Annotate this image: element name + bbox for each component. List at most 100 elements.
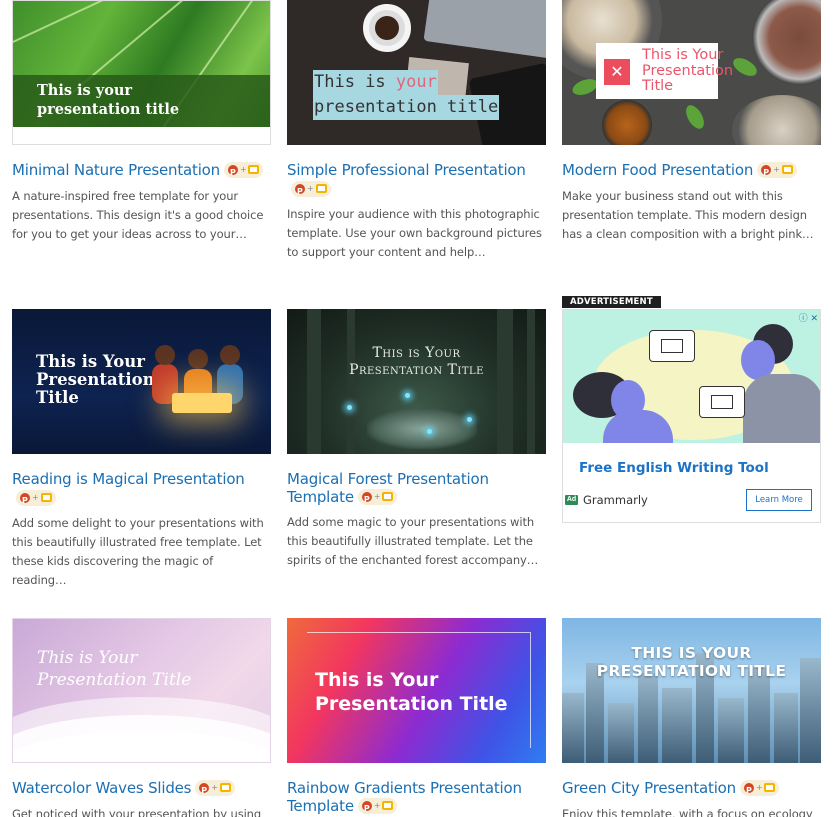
template-card: This is Your Presentation Title Reading … [12, 309, 271, 590]
powerpoint-icon [295, 183, 305, 201]
format-badge: + [357, 488, 398, 509]
envelope-icon [711, 395, 733, 409]
template-thumbnail[interactable]: This is Your Presentation Title [12, 618, 271, 763]
thumbnail-title-line: Presentation Title [349, 362, 484, 378]
google-slides-icon [248, 165, 260, 174]
learn-more-button[interactable]: Learn More [746, 489, 812, 511]
template-thumbnail[interactable]: THIS IS YOUR PRESENTATION TITLE [562, 618, 821, 763]
firefly-shape [427, 429, 432, 434]
kid-head-shape [220, 345, 240, 365]
building-shape [748, 668, 770, 763]
thumbnail-title-line: This is Your [315, 669, 439, 691]
ad-choices-icon[interactable]: ⓘ ✕ [799, 311, 818, 324]
stones-shape [367, 409, 477, 449]
ad-headline[interactable]: Free English Writing Tool [579, 460, 769, 476]
thumbnail-title-line: Title [36, 388, 79, 407]
template-description: Get noticed with your presentation by us… [12, 807, 262, 817]
template-title-text: Modern Food Presentation [562, 161, 754, 179]
thumbnail-title-line: Presentation [36, 370, 155, 389]
thumbnail-title: This is Your Presentation Title [315, 668, 508, 716]
template-thumbnail[interactable]: This is Your Presentation Title [287, 618, 546, 763]
building-shape [774, 693, 798, 763]
badge-plus: + [373, 800, 381, 810]
thumbnail-title-line: This is your [37, 82, 133, 99]
thumbnail-title: This is Your Presentation Title [37, 647, 191, 691]
ad-brand: Grammarly [583, 493, 648, 507]
template-title-link[interactable]: Simple Professional Presentation + [287, 161, 546, 201]
template-title-link[interactable]: Modern Food Presentation + [562, 161, 821, 182]
powerpoint-icon [743, 782, 754, 800]
template-description: Make your business stand out with this p… [562, 189, 814, 241]
google-slides-icon [764, 783, 776, 792]
template-description: Enjoy this template, with a focus on eco… [562, 807, 813, 817]
template-description: Inspire your audience with this photogra… [287, 206, 542, 259]
google-slides-icon [382, 801, 394, 810]
google-slides-icon [382, 492, 394, 501]
template-title-text: Rainbow Gradients Presentation Template [287, 779, 522, 815]
template-card: This is Your Presentation Title Magical … [287, 309, 546, 570]
template-thumbnail[interactable]: This is Your Presentation Title [12, 309, 271, 454]
template-thumbnail[interactable]: This is your presentation title [12, 0, 271, 145]
building-shape [662, 688, 692, 763]
template-title-text: Minimal Nature Presentation [12, 161, 220, 179]
bowl-shape [602, 100, 652, 145]
template-title-link[interactable]: Watercolor Waves Slides + [12, 779, 271, 800]
template-card: This is Your Presentation Title Watercol… [12, 618, 271, 817]
template-title-link[interactable]: Minimal Nature Presentation + [12, 161, 271, 182]
thumbnail-title-line: THIS IS YOUR [631, 644, 752, 662]
template-description: A nature-inspired free template for your… [12, 189, 264, 241]
thumbnail-title-highlight: your [395, 72, 437, 92]
thumbnail-title: This is Your Presentation Title [287, 345, 546, 379]
template-title-link[interactable]: Green City Presentation + [562, 779, 821, 800]
building-shape [638, 673, 658, 763]
thumbnail-title-line: Presentation Title [37, 670, 192, 690]
ad-illustration: ⓘ ✕ [563, 310, 820, 443]
envelope-icon [661, 339, 683, 353]
thumbnail-title-line: This is your [313, 70, 438, 95]
google-slides-icon [781, 165, 793, 174]
google-slides-icon [40, 493, 52, 502]
thumbnail-title-line: This is Your [36, 352, 145, 371]
thumbnail-title-part: This is [314, 72, 396, 92]
format-badge: + [223, 161, 264, 182]
template-thumbnail[interactable]: This is your presentation title [287, 0, 546, 145]
building-shape [608, 703, 634, 763]
format-badge: + [757, 161, 797, 182]
chat-bubble-shape [699, 386, 745, 418]
template-card: This is Your Presentation Title Rainbow … [287, 618, 546, 817]
template-title-link[interactable]: Magical Forest Presentation Template+ [287, 470, 546, 509]
building-shape [562, 693, 584, 763]
template-title-link[interactable]: Rainbow Gradients Presentation Template+ [287, 779, 546, 817]
badge-plus: + [239, 164, 247, 174]
firefly-shape [467, 417, 472, 422]
template-card: This is your presentation title Minimal … [12, 0, 271, 244]
badge-plus: + [773, 164, 780, 174]
thumbnail-title-line: Presentation Title [315, 693, 508, 715]
bowl-shape [752, 0, 821, 85]
format-badge: + [16, 489, 56, 510]
thumbnail-title-line: Presentation [642, 62, 734, 79]
thumbnail-title-line: presentation title [313, 95, 500, 120]
advertisement-card[interactable]: ⓘ ✕ Free English Writing Tool Ad Grammar… [562, 309, 821, 523]
tree-shape [497, 309, 513, 454]
thumbnail-title: This is Your Presentation Title [36, 353, 155, 407]
leaf-vein [13, 1, 270, 43]
coffee-cup-shape [363, 4, 411, 52]
leaf-shape [730, 54, 760, 80]
template-thumbnail[interactable]: This is Your Presentation Title [287, 309, 546, 454]
badge-plus: + [211, 782, 218, 792]
powerpoint-icon [361, 800, 372, 817]
template-description: Add some delight to your presentations w… [12, 515, 264, 587]
google-slides-icon [219, 783, 231, 792]
building-shape [718, 698, 744, 763]
firefly-shape [405, 393, 410, 398]
laptop-shape [423, 0, 546, 59]
template-card: This is your presentation title Simple P… [287, 0, 546, 262]
close-icon: ✕ [604, 59, 630, 85]
white-strip [13, 127, 270, 144]
format-badge: + [291, 180, 331, 201]
format-badge: + [739, 779, 780, 800]
firefly-shape [347, 405, 352, 410]
template-title-link[interactable]: Reading is Magical Presentation + [12, 470, 271, 510]
template-thumbnail[interactable]: ✕ This is Your Presentation Title [562, 0, 821, 145]
